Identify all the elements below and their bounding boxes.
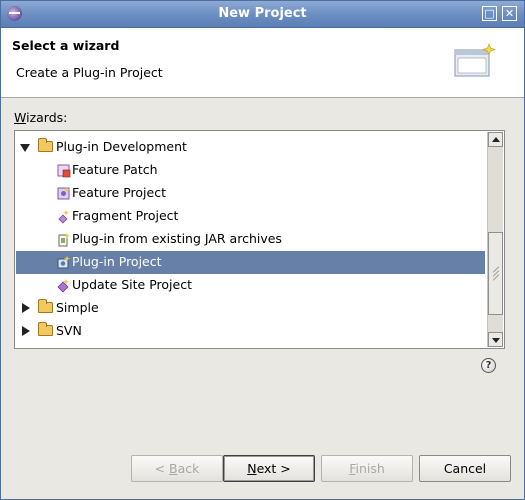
- scroll-up-button[interactable]: [488, 132, 503, 147]
- back-button[interactable]: < Back: [131, 455, 223, 482]
- jar-plugin-icon: [58, 233, 70, 247]
- scroll-down-button[interactable]: [488, 332, 503, 347]
- tree-row-feature-project[interactable]: Feature Project: [16, 182, 485, 205]
- title-bar[interactable]: New Project □ ✕: [1, 1, 524, 28]
- tree-row-plugin-from-jar[interactable]: Plug-in from existing JAR archives: [16, 228, 485, 251]
- vertical-scrollbar[interactable]: [487, 132, 503, 347]
- finish-button[interactable]: Finish: [321, 455, 413, 482]
- expand-arrow-icon[interactable]: [22, 326, 30, 336]
- wizard-header: Select a wizard Create a Plug-in Project: [1, 28, 524, 98]
- close-button[interactable]: ✕: [502, 6, 517, 21]
- tree-row-label: Feature Patch: [72, 162, 158, 177]
- expand-arrow-icon[interactable]: [20, 144, 30, 152]
- folder-icon: [38, 299, 53, 313]
- expand-arrow-icon[interactable]: [22, 303, 30, 313]
- wizards-label: Wizards:: [14, 110, 68, 125]
- arrow-down-icon: [492, 338, 500, 343]
- scroll-thumb[interactable]: [488, 232, 503, 315]
- next-button[interactable]: Next >: [223, 455, 315, 482]
- tree-row-svn[interactable]: SVN: [16, 320, 485, 343]
- tree-row-fragment-project[interactable]: Fragment Project: [16, 205, 485, 228]
- update-site-icon: [57, 279, 69, 293]
- window-title: New Project: [218, 6, 307, 21]
- tree-row-label: Plug-in from existing JAR archives: [72, 231, 282, 246]
- cancel-button[interactable]: Cancel: [419, 455, 511, 482]
- help-icon[interactable]: ?: [481, 358, 496, 373]
- tree-row-label: Feature Project: [72, 185, 166, 200]
- tree-row-label: Plug-in Project: [72, 254, 162, 269]
- tree-row-label: Simple: [56, 300, 99, 315]
- arrow-up-icon: [492, 137, 500, 142]
- feature-project-icon: [57, 187, 70, 200]
- tree-row-label: Update Site Project: [72, 277, 192, 292]
- tree-row-plugin-development[interactable]: Plug-in Development: [16, 136, 485, 159]
- tree-row-plugin-project[interactable]: Plug-in Project: [16, 251, 485, 274]
- new-project-dialog: New Project □ ✕ Select a wizard Create a…: [0, 0, 525, 500]
- tree-row-label: Plug-in Development: [56, 139, 187, 154]
- tree-row-label: SVN: [56, 323, 82, 338]
- tree-row-simple[interactable]: Simple: [16, 297, 485, 320]
- header-description: Create a Plug-in Project: [16, 65, 163, 80]
- wizards-tree[interactable]: Plug-in Development Feature Patch Featur…: [14, 130, 505, 349]
- wizard-banner-icon: [454, 43, 496, 77]
- tree-row-update-site-project[interactable]: Update Site Project: [16, 274, 485, 297]
- maximize-button[interactable]: □: [482, 6, 497, 21]
- folder-icon: [38, 322, 53, 336]
- fragment-icon: [58, 210, 69, 224]
- tree-row-feature-patch[interactable]: Feature Patch: [16, 159, 485, 182]
- feature-patch-icon: [57, 164, 71, 178]
- tree-row-label: Fragment Project: [72, 208, 179, 223]
- folder-open-icon: [38, 138, 53, 152]
- header-title: Select a wizard: [12, 38, 120, 53]
- plugin-project-icon: [57, 256, 70, 269]
